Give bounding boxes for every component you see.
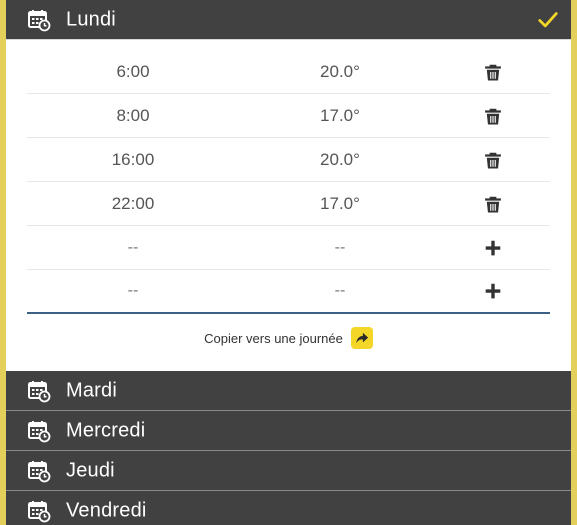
table-row: 16:00 20.0° [27, 138, 550, 182]
temperature-value[interactable]: 20.0° [320, 150, 360, 170]
delete-icon[interactable] [484, 107, 502, 125]
time-value[interactable]: 22:00 [112, 194, 155, 214]
table-row: -- -- [27, 226, 550, 270]
temperature-placeholder[interactable]: -- [335, 282, 346, 300]
calendar-clock-icon [28, 460, 51, 482]
table-row: -- -- [27, 270, 550, 314]
day-label: Mercredi [66, 419, 146, 441]
check-icon[interactable] [537, 9, 559, 31]
day-header-lundi[interactable]: Lundi [6, 0, 571, 39]
time-value[interactable]: 16:00 [112, 150, 155, 170]
copy-label: Copier vers une journée [204, 330, 343, 346]
day-label: Lundi [66, 8, 116, 30]
time-value[interactable]: 8:00 [116, 106, 149, 126]
time-value[interactable]: 6:00 [116, 62, 149, 82]
day-label: Jeudi [66, 459, 115, 481]
delete-icon[interactable] [484, 63, 502, 81]
time-placeholder[interactable]: -- [128, 282, 139, 300]
day-header-vendredi[interactable]: Vendredi [6, 491, 571, 525]
copy-to-day: Copier vers une journée [6, 324, 571, 352]
delete-icon[interactable] [484, 151, 502, 169]
day-schedule: 6:00 20.0° 8:00 17.0° 16:00 20.0° 22:00 … [6, 39, 571, 371]
temperature-value[interactable]: 17.0° [320, 194, 360, 214]
calendar-clock-icon [28, 9, 51, 31]
calendar-clock-icon [28, 380, 51, 402]
day-header-mercredi[interactable]: Mercredi [6, 411, 571, 451]
calendar-clock-icon [28, 420, 51, 442]
calendar-clock-icon [28, 500, 51, 522]
day-header-mardi[interactable]: Mardi [6, 371, 571, 411]
schedule-panel: Lundi 6:00 20.0° 8:00 17.0° 16:00 20.0° [6, 0, 571, 525]
delete-icon[interactable] [484, 195, 502, 213]
day-label: Mardi [66, 379, 118, 401]
schedule-table: 6:00 20.0° 8:00 17.0° 16:00 20.0° 22:00 … [27, 50, 550, 314]
share-arrow-icon [356, 332, 368, 344]
temperature-value[interactable]: 17.0° [320, 106, 360, 126]
table-row: 6:00 20.0° [27, 50, 550, 94]
copy-button[interactable] [350, 327, 373, 349]
plus-icon[interactable] [484, 282, 502, 300]
table-row: 22:00 17.0° [27, 182, 550, 226]
temperature-value[interactable]: 20.0° [320, 62, 360, 82]
temperature-placeholder[interactable]: -- [335, 239, 346, 257]
time-placeholder[interactable]: -- [128, 239, 139, 257]
day-label: Vendredi [66, 499, 147, 521]
plus-icon[interactable] [484, 239, 502, 257]
day-header-jeudi[interactable]: Jeudi [6, 451, 571, 491]
table-row: 8:00 17.0° [27, 94, 550, 138]
